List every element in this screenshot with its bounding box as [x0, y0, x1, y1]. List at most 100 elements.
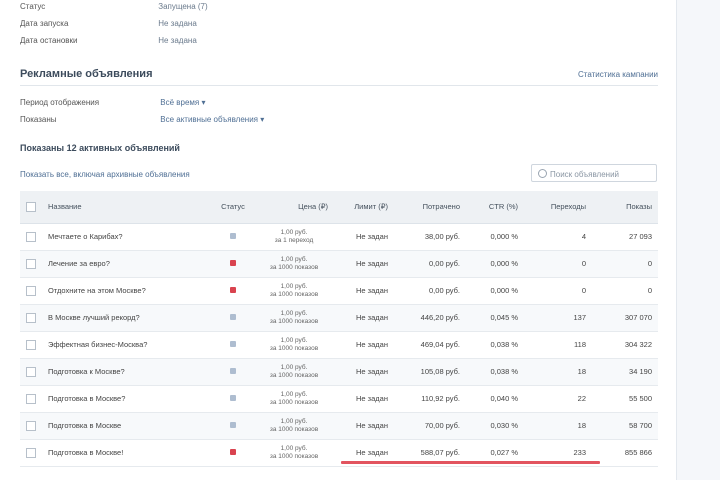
- limit-link[interactable]: Не задан: [334, 277, 394, 304]
- clicks-cell: 0: [581, 259, 586, 268]
- row-checkbox[interactable]: [20, 439, 42, 466]
- running-status-icon: [230, 341, 236, 347]
- status-cell[interactable]: [212, 358, 254, 385]
- row-checkbox[interactable]: [20, 331, 42, 358]
- section-divider: [20, 85, 658, 86]
- status-cell[interactable]: [212, 250, 254, 277]
- status-cell[interactable]: [212, 223, 254, 250]
- search-input[interactable]: Поиск объявлений: [531, 164, 657, 182]
- search-placeholder: Поиск объявлений: [550, 170, 620, 179]
- campaign-stats-link[interactable]: Статистика кампании: [578, 70, 658, 79]
- row-checkbox[interactable]: [20, 277, 42, 304]
- col-limit[interactable]: Лимит (₽): [334, 191, 394, 224]
- spent-cell: 110,92 руб.: [421, 394, 460, 403]
- search-icon: [538, 169, 547, 178]
- stopped-status-icon: [230, 287, 236, 293]
- ad-name-link[interactable]: Лечение за евро?: [42, 250, 212, 277]
- limit-link[interactable]: Не задан: [334, 304, 394, 331]
- period-dropdown[interactable]: Всё время ▾: [160, 98, 205, 107]
- ctr-cell: 0,045 %: [490, 313, 518, 322]
- status-cell[interactable]: [212, 412, 254, 439]
- show-all-link[interactable]: Показать все, включая архивные объявлени…: [20, 170, 190, 179]
- status-cell[interactable]: [212, 439, 254, 466]
- limit-link[interactable]: Не задан: [334, 250, 394, 277]
- info-key: Дата остановки: [20, 36, 78, 45]
- ad-name-link[interactable]: В Москве лучший рекорд?: [42, 304, 212, 331]
- ctr-cell: 0,040 %: [490, 394, 518, 403]
- filter-shown: Показаны Все активные объявления ▾: [20, 115, 264, 124]
- price-cell: 1,00 руб. за 1 переход: [254, 223, 334, 250]
- table-row: Подготовка к Москве? 1,00 руб. за 1000 пок…: [20, 358, 658, 385]
- limit-link[interactable]: Не задан: [334, 358, 394, 385]
- spent-cell: 38,00 руб.: [424, 232, 460, 241]
- limit-link[interactable]: Не задан: [334, 223, 394, 250]
- price-unit: за 1000 показов: [269, 263, 319, 271]
- info-row-stop-date: Дата остановки Не задана: [20, 36, 197, 45]
- price-cell: 1,00 руб. за 1000 показов: [254, 250, 334, 277]
- row-checkbox[interactable]: [20, 304, 42, 331]
- status-cell[interactable]: [212, 277, 254, 304]
- col-spent[interactable]: Потрачено: [394, 191, 466, 224]
- row-checkbox[interactable]: [20, 250, 42, 277]
- clicks-cell: 22: [577, 394, 586, 403]
- price-cell: 1,00 руб. за 1000 показов: [254, 331, 334, 358]
- col-ctr[interactable]: CTR (%): [466, 191, 524, 224]
- ad-name-link[interactable]: Подготовка к Москве?: [42, 358, 212, 385]
- info-value: Не задана: [158, 36, 197, 45]
- shown-dropdown[interactable]: Все активные объявления ▾: [160, 115, 264, 124]
- spent-cell: 469,04 руб.: [420, 340, 460, 349]
- price-value: 1,00 руб.: [280, 309, 308, 317]
- col-name[interactable]: Название: [42, 191, 212, 224]
- limit-link[interactable]: Не задан: [334, 412, 394, 439]
- row-checkbox[interactable]: [20, 412, 42, 439]
- ad-name-link[interactable]: Мечтаете о Карибах?: [42, 223, 212, 250]
- impressions-cell: 304 322: [624, 340, 652, 349]
- limit-link[interactable]: Не задан: [334, 385, 394, 412]
- clicks-cell: 118: [574, 340, 586, 349]
- spent-cell: 446,20 руб.: [420, 313, 460, 322]
- col-status[interactable]: Статус: [212, 191, 254, 224]
- stopped-status-icon: [230, 449, 236, 455]
- price-value: 1,00 руб.: [280, 444, 308, 452]
- status-cell[interactable]: [212, 385, 254, 412]
- price-unit: за 1000 показов: [269, 425, 319, 433]
- col-clicks[interactable]: Переходы: [524, 191, 592, 224]
- price-value: 1,00 руб.: [280, 336, 308, 344]
- highlight-underline: [341, 461, 600, 464]
- col-impressions[interactable]: Показы: [592, 191, 658, 224]
- ad-name-link[interactable]: Подготовка в Москве: [42, 412, 212, 439]
- price-value: 1,00 руб.: [280, 255, 308, 263]
- spent-cell: 0,00 руб.: [429, 259, 460, 268]
- clicks-cell: 0: [581, 286, 586, 295]
- spent-cell: 70,00 руб.: [424, 421, 460, 430]
- info-key: Статус: [20, 2, 46, 11]
- info-row-status: Статус Запущена (7): [20, 2, 208, 11]
- clicks-cell: 4: [581, 232, 586, 241]
- ad-name-link[interactable]: Эффектная бизнес-Москва?: [42, 331, 212, 358]
- price-unit: за 1000 показов: [269, 452, 319, 460]
- clicks-cell: 137: [573, 313, 586, 322]
- col-price[interactable]: Цена (₽): [254, 191, 334, 224]
- running-status-icon: [230, 395, 236, 401]
- info-value: Не задана: [158, 19, 197, 28]
- ad-name-link[interactable]: Отдохните на этом Москве?: [42, 277, 212, 304]
- row-checkbox[interactable]: [20, 223, 42, 250]
- ad-name-link[interactable]: Подготовка в Москве?: [42, 385, 212, 412]
- running-status-icon: [230, 422, 236, 428]
- price-value: 1,00 руб.: [280, 228, 308, 236]
- row-checkbox[interactable]: [20, 358, 42, 385]
- spent-cell: 0,00 руб.: [429, 286, 460, 295]
- ads-table: Название Статус Цена (₽) Лимит (₽) Потра…: [20, 191, 658, 467]
- table-row: Мечтаете о Карибах? 1,00 руб. за 1 переход…: [20, 223, 658, 250]
- status-cell[interactable]: [212, 304, 254, 331]
- select-all-checkbox[interactable]: [20, 191, 42, 224]
- limit-link[interactable]: Не задан: [334, 331, 394, 358]
- price-cell: 1,00 руб. за 1000 показов: [254, 277, 334, 304]
- ad-name-link[interactable]: Подготовка в Москве!: [42, 439, 212, 466]
- impressions-cell: 27 093: [629, 232, 652, 241]
- ctr-cell: 0,038 %: [490, 340, 518, 349]
- status-cell[interactable]: [212, 331, 254, 358]
- ads-section-title: Рекламные объявления: [20, 68, 153, 80]
- clicks-cell: 18: [577, 367, 586, 376]
- row-checkbox[interactable]: [20, 385, 42, 412]
